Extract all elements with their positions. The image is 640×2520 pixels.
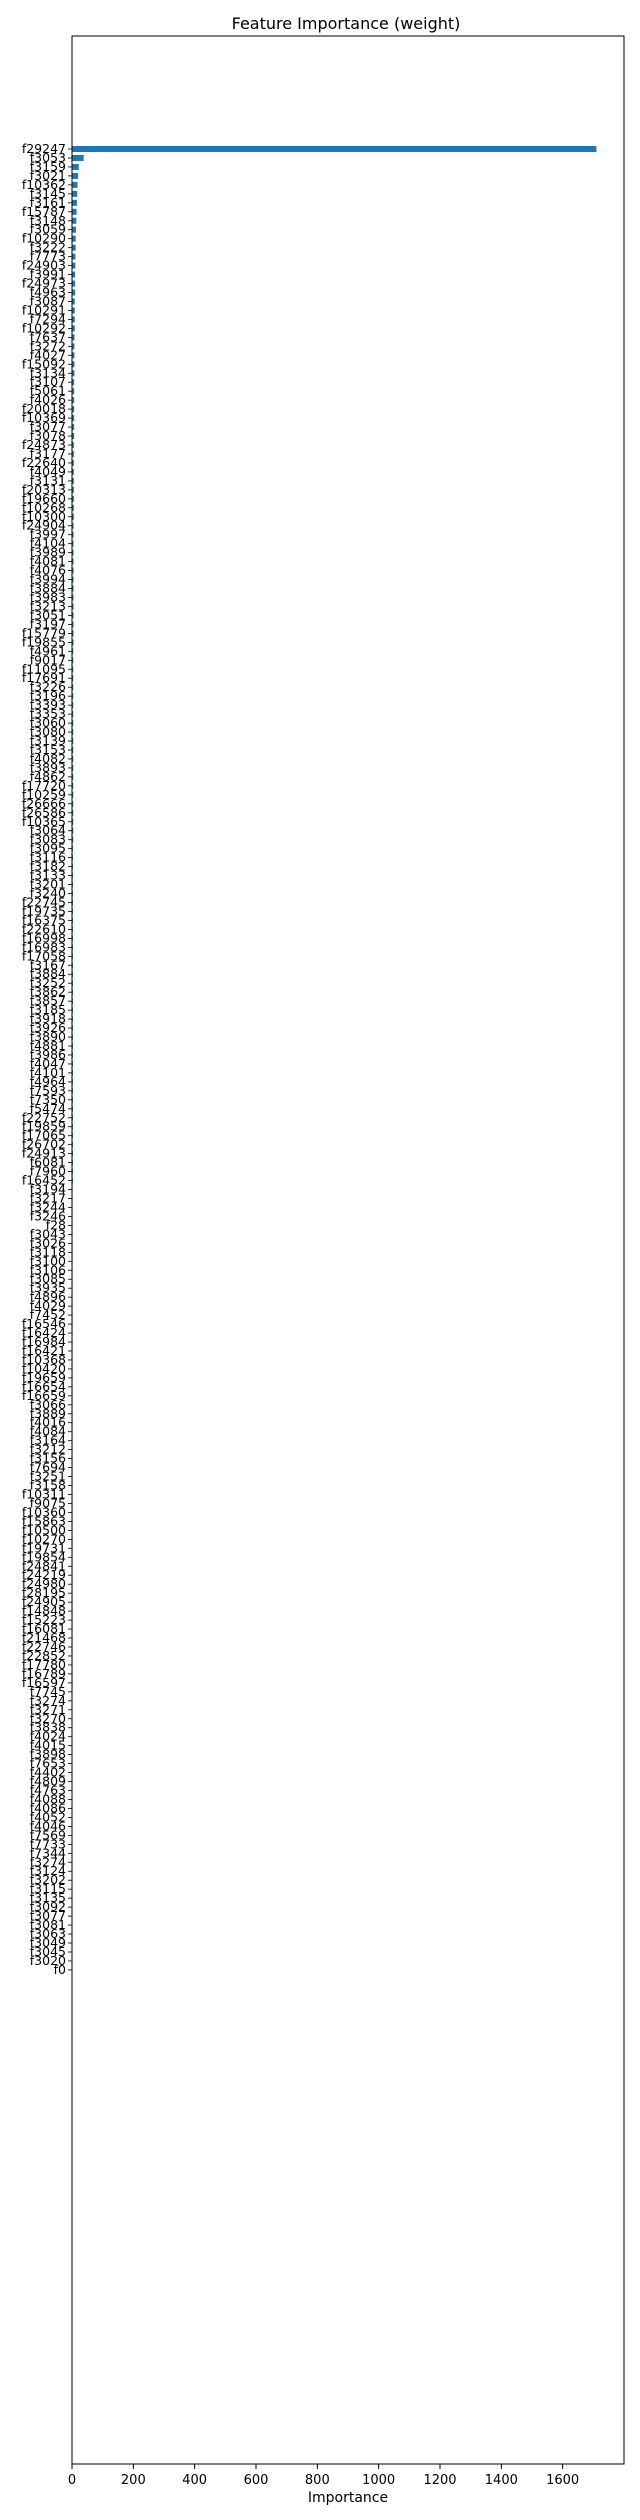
y-tick-label: f0 xyxy=(54,1962,66,1977)
feature-importance-chart: Feature Importance (weight) f29247f3053f… xyxy=(22,14,625,2506)
bars-group xyxy=(72,146,597,1964)
bar xyxy=(72,253,76,260)
bar xyxy=(72,235,76,242)
x-tick-label: 1400 xyxy=(485,2473,518,2488)
bar xyxy=(72,172,79,179)
bar xyxy=(72,244,76,251)
x-tick-label: 1000 xyxy=(362,2473,395,2488)
x-tick-label: 1200 xyxy=(423,2473,456,2488)
x-tick-label: 200 xyxy=(121,2473,146,2488)
chart-title: Feature Importance (weight) xyxy=(232,14,461,33)
x-tick-label: 400 xyxy=(182,2473,207,2488)
y-tick-labels: f29247f3053f3159f3021f10362f3145f3161f15… xyxy=(22,141,72,1977)
x-tick-label: 1600 xyxy=(546,2473,579,2488)
x-tick-label: 800 xyxy=(305,2473,330,2488)
x-tick-label: 0 xyxy=(68,2473,76,2488)
bar xyxy=(72,199,77,206)
x-ticks: 0 200 400 600 800 1000 1200 1400 1600 xyxy=(68,2464,579,2488)
plot-frame xyxy=(71,35,625,2465)
bar xyxy=(72,208,77,215)
bar xyxy=(72,163,79,170)
bar xyxy=(72,226,76,233)
bar xyxy=(72,217,77,224)
bar xyxy=(72,154,84,161)
bar xyxy=(72,146,597,152)
x-axis-label: Importance xyxy=(308,2490,388,2506)
bar xyxy=(72,181,78,188)
x-tick-label: 600 xyxy=(244,2473,269,2488)
bar xyxy=(72,262,76,269)
bar xyxy=(72,190,78,197)
